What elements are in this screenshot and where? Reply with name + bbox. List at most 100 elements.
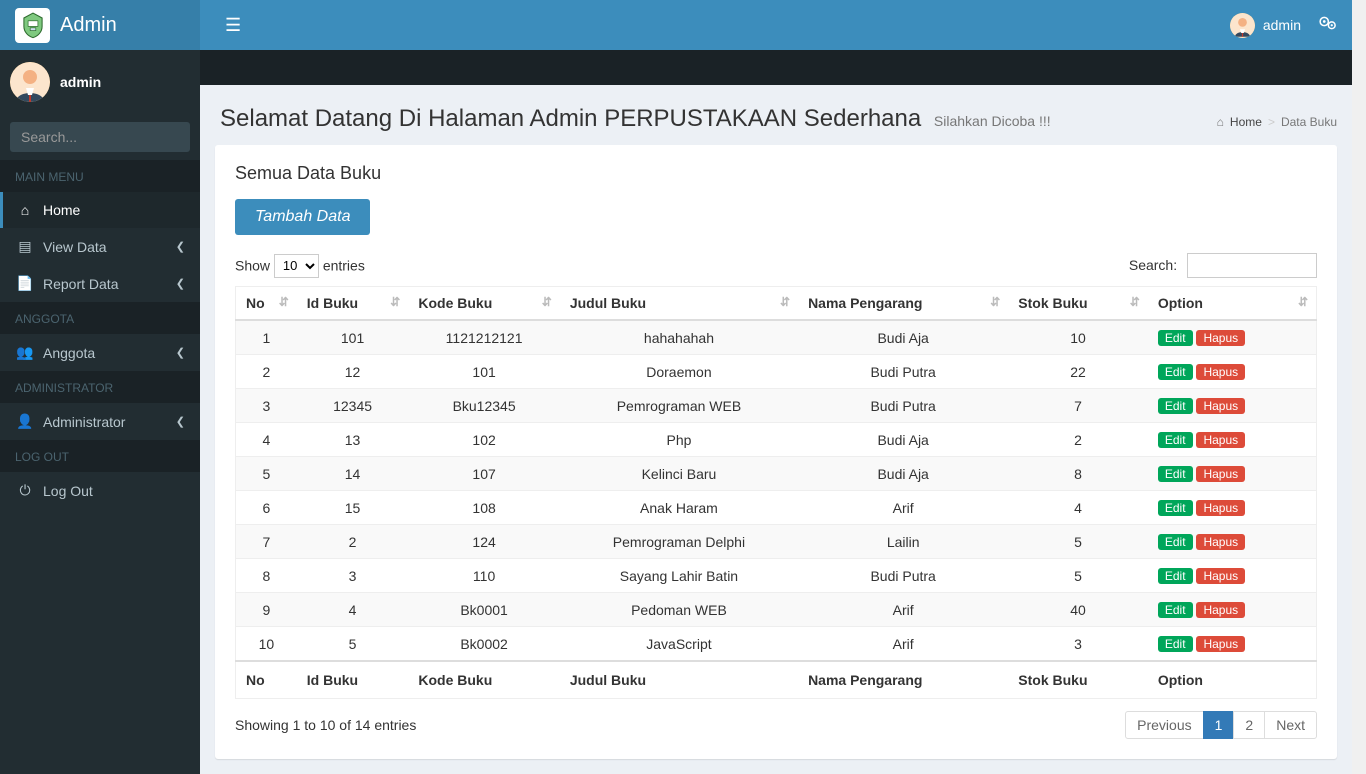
- view-icon: ▤: [15, 238, 35, 255]
- sort-icon: ⇵: [1298, 295, 1308, 309]
- hapus-button[interactable]: Hapus: [1196, 500, 1245, 516]
- edit-button[interactable]: Edit: [1158, 602, 1193, 618]
- cell-kode: 101: [408, 355, 559, 389]
- column-header[interactable]: Option⇵: [1148, 287, 1317, 321]
- cell-judul: hahahahah: [560, 320, 798, 355]
- chevron-left-icon: ❮: [176, 415, 185, 428]
- breadcrumb-home[interactable]: Home: [1230, 115, 1262, 129]
- edit-button[interactable]: Edit: [1158, 500, 1193, 516]
- edit-button[interactable]: Edit: [1158, 330, 1193, 346]
- column-footer: Nama Pengarang: [798, 661, 1008, 699]
- cell-option: Edit Hapus: [1148, 593, 1317, 627]
- cell-stok: 22: [1008, 355, 1148, 389]
- datatable-length-control: Show 10 entries: [235, 254, 365, 278]
- cell-stok: 10: [1008, 320, 1148, 355]
- cell-pengarang: Budi Aja: [798, 423, 1008, 457]
- sidebar-item-report-data[interactable]: 📄Report Data❮: [0, 265, 200, 302]
- cell-option: Edit Hapus: [1148, 525, 1317, 559]
- column-footer: Kode Buku: [408, 661, 559, 699]
- cell-option: Edit Hapus: [1148, 320, 1317, 355]
- cell-id_buku: 15: [297, 491, 409, 525]
- column-header[interactable]: Stok Buku⇵: [1008, 287, 1148, 321]
- cell-option: Edit Hapus: [1148, 423, 1317, 457]
- page-title-text: Selamat Datang Di Halaman Admin PERPUSTA…: [220, 105, 921, 132]
- pagination-page-1[interactable]: 1: [1203, 711, 1235, 739]
- cell-kode: 1121212121: [408, 320, 559, 355]
- sidebar-item-home[interactable]: ⌂Home: [0, 192, 200, 228]
- breadcrumb: ⌂ Home > Data Buku: [1217, 115, 1337, 129]
- data-table: No⇵Id Buku⇵Kode Buku⇵Judul Buku⇵Nama Pen…: [235, 286, 1317, 699]
- brand-logo[interactable]: Admin: [0, 0, 200, 50]
- navbar-user-menu[interactable]: admin: [1230, 13, 1301, 38]
- browser-scrollbar[interactable]: [1352, 0, 1366, 774]
- cell-kode: 108: [408, 491, 559, 525]
- table-row: 72124Pemrograman DelphiLailin5Edit Hapus: [236, 525, 1317, 559]
- edit-button[interactable]: Edit: [1158, 466, 1193, 482]
- hapus-button[interactable]: Hapus: [1196, 398, 1245, 414]
- cell-kode: Bk0002: [408, 627, 559, 662]
- sidebar-section-header: ANGGOTA: [0, 302, 200, 334]
- cell-stok: 2: [1008, 423, 1148, 457]
- pagination-previous[interactable]: Previous: [1125, 711, 1203, 739]
- cell-stok: 7: [1008, 389, 1148, 423]
- column-header[interactable]: Judul Buku⇵: [560, 287, 798, 321]
- sidebar-username: admin: [60, 74, 101, 90]
- edit-button[interactable]: Edit: [1158, 398, 1193, 414]
- sidebar-item-label: Administrator: [43, 414, 125, 430]
- hapus-button[interactable]: Hapus: [1196, 534, 1245, 550]
- sidebar-section-header: LOG OUT: [0, 440, 200, 472]
- table-row: 94Bk0001Pedoman WEBArif40Edit Hapus: [236, 593, 1317, 627]
- edit-button[interactable]: Edit: [1158, 534, 1193, 550]
- sidebar-toggle-button[interactable]: ☰: [215, 5, 251, 46]
- edit-button[interactable]: Edit: [1158, 636, 1193, 652]
- cell-pengarang: Budi Putra: [798, 389, 1008, 423]
- cell-no: 5: [236, 457, 297, 491]
- cell-pengarang: Lailin: [798, 525, 1008, 559]
- sidebar-user-panel: admin: [0, 50, 200, 114]
- sort-icon: ⇵: [279, 295, 289, 309]
- column-header[interactable]: Id Buku⇵: [297, 287, 409, 321]
- edit-button[interactable]: Edit: [1158, 364, 1193, 380]
- column-header[interactable]: Kode Buku⇵: [408, 287, 559, 321]
- table-row: 105Bk0002JavaScriptArif3Edit Hapus: [236, 627, 1317, 662]
- datatable-info: Showing 1 to 10 of 14 entries: [235, 717, 416, 733]
- settings-gears-icon[interactable]: [1319, 16, 1337, 35]
- pagination-next[interactable]: Next: [1264, 711, 1317, 739]
- sidebar-item-log-out[interactable]: ⏻Log Out: [0, 472, 200, 509]
- hapus-button[interactable]: Hapus: [1196, 432, 1245, 448]
- sidebar-item-administrator[interactable]: 👤Administrator❮: [0, 403, 200, 440]
- edit-button[interactable]: Edit: [1158, 568, 1193, 584]
- sort-icon: ⇵: [1130, 295, 1140, 309]
- hapus-button[interactable]: Hapus: [1196, 364, 1245, 380]
- cell-no: 4: [236, 423, 297, 457]
- cell-kode: 110: [408, 559, 559, 593]
- cell-id_buku: 101: [297, 320, 409, 355]
- cell-no: 1: [236, 320, 297, 355]
- datatable-search-input[interactable]: [1187, 253, 1317, 278]
- cell-judul: Pemrograman Delphi: [560, 525, 798, 559]
- edit-button[interactable]: Edit: [1158, 432, 1193, 448]
- sidebar-search-input[interactable]: [11, 123, 212, 151]
- datatable-length-select[interactable]: 10: [274, 254, 319, 278]
- sidebar-item-anggota[interactable]: 👥Anggota❮: [0, 334, 200, 371]
- cell-judul: Kelinci Baru: [560, 457, 798, 491]
- hapus-button[interactable]: Hapus: [1196, 568, 1245, 584]
- cell-option: Edit Hapus: [1148, 559, 1317, 593]
- column-header[interactable]: Nama Pengarang⇵: [798, 287, 1008, 321]
- hapus-button[interactable]: Hapus: [1196, 602, 1245, 618]
- tambah-data-button[interactable]: Tambah Data: [235, 199, 370, 235]
- cell-no: 6: [236, 491, 297, 525]
- cell-pengarang: Budi Putra: [798, 559, 1008, 593]
- column-footer: Id Buku: [297, 661, 409, 699]
- report-icon: 📄: [15, 275, 35, 292]
- cell-judul: Anak Haram: [560, 491, 798, 525]
- cell-id_buku: 5: [297, 627, 409, 662]
- column-header[interactable]: No⇵: [236, 287, 297, 321]
- hapus-button[interactable]: Hapus: [1196, 466, 1245, 482]
- cell-judul: JavaScript: [560, 627, 798, 662]
- pagination-page-2[interactable]: 2: [1233, 711, 1265, 739]
- sidebar-item-view-data[interactable]: ▤View Data❮: [0, 228, 200, 265]
- cell-id_buku: 12345: [297, 389, 409, 423]
- hapus-button[interactable]: Hapus: [1196, 636, 1245, 652]
- hapus-button[interactable]: Hapus: [1196, 330, 1245, 346]
